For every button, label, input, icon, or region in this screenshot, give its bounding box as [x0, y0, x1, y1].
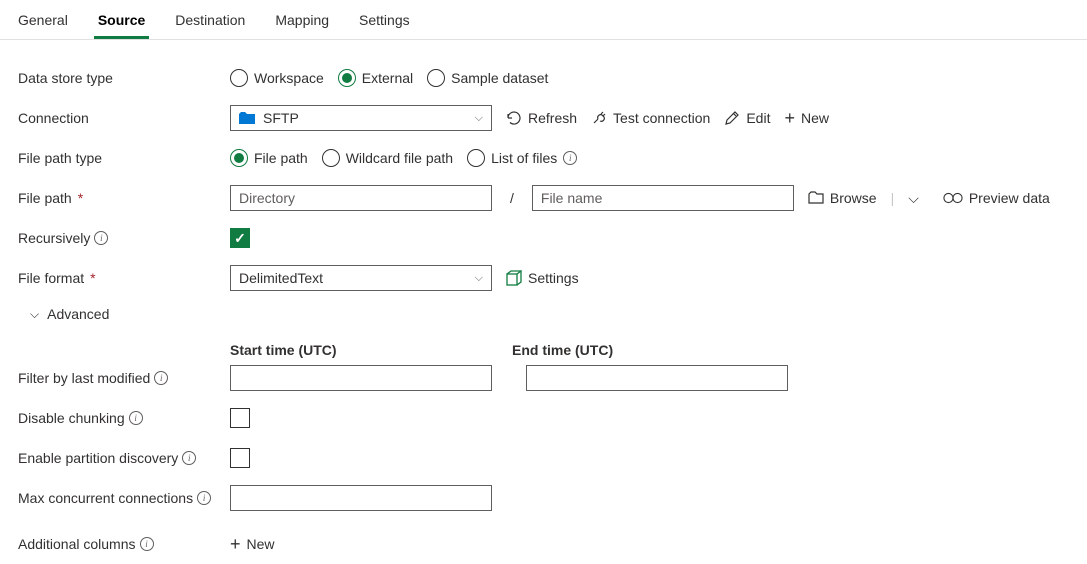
label-additional-columns: Additional columns i — [18, 536, 230, 552]
start-time-input[interactable] — [230, 365, 492, 391]
tab-destination[interactable]: Destination — [171, 2, 249, 39]
edit-button[interactable]: Edit — [724, 110, 770, 126]
end-time-label: End time (UTC) — [512, 342, 774, 358]
radio-external-label: External — [362, 70, 413, 86]
file-format-select[interactable]: DelimitedText ⌵ — [230, 265, 492, 291]
browse-folder-icon — [808, 190, 824, 206]
tab-bar: General Source Destination Mapping Setti… — [0, 0, 1087, 40]
radio-file-path[interactable]: File path — [230, 149, 308, 167]
label-connection: Connection — [18, 110, 230, 126]
browse-button[interactable]: Browse — [808, 190, 877, 206]
filename-input[interactable] — [532, 185, 794, 211]
chevron-down-icon: ⌵ — [30, 307, 39, 322]
preview-data-button[interactable]: Preview data — [943, 190, 1050, 206]
file-format-value: DelimitedText — [239, 270, 323, 286]
refresh-icon — [506, 110, 522, 126]
info-icon[interactable]: i — [154, 371, 168, 385]
label-recursively: Recursively i — [18, 230, 230, 246]
tab-general[interactable]: General — [14, 2, 72, 39]
info-icon[interactable]: i — [129, 411, 143, 425]
label-file-path: File path* — [18, 190, 230, 206]
radio-workspace[interactable]: Workspace — [230, 69, 324, 87]
refresh-button[interactable]: Refresh — [506, 110, 577, 126]
folder-icon — [239, 112, 255, 124]
info-icon[interactable]: i — [182, 451, 196, 465]
file-format-settings-button[interactable]: Settings — [506, 270, 579, 286]
directory-input[interactable] — [230, 185, 492, 211]
info-icon[interactable]: i — [94, 231, 108, 245]
radio-list-label: List of files — [491, 150, 557, 166]
label-file-path-type: File path type — [18, 150, 230, 166]
chevron-down-icon: ⌵ — [475, 112, 483, 125]
radio-external[interactable]: External — [338, 69, 413, 87]
info-icon[interactable]: i — [140, 537, 154, 551]
radio-sample-label: Sample dataset — [451, 70, 548, 86]
radio-list-of-files[interactable]: List of files i — [467, 149, 577, 167]
preview-icon — [943, 191, 963, 205]
disable-chunking-checkbox[interactable] — [230, 408, 250, 428]
new-connection-button[interactable]: + New — [784, 109, 829, 127]
label-data-store-type: Data store type — [18, 70, 230, 86]
info-icon[interactable]: i — [197, 491, 211, 505]
start-time-label: Start time (UTC) — [230, 342, 492, 358]
source-form: Data store type Workspace External Sampl… — [0, 40, 1087, 564]
plus-icon: + — [784, 109, 795, 127]
browse-dropdown[interactable]: ⌵ — [908, 190, 919, 207]
plus-icon: + — [230, 535, 241, 553]
test-connection-button[interactable]: Test connection — [591, 110, 710, 126]
radio-workspace-label: Workspace — [254, 70, 324, 86]
radio-wildcard-label: Wildcard file path — [346, 150, 453, 166]
connection-select[interactable]: SFTP ⌵ — [230, 105, 492, 131]
chevron-down-icon: ⌵ — [475, 272, 483, 285]
add-column-button[interactable]: + New — [230, 535, 275, 553]
tab-settings[interactable]: Settings — [355, 2, 414, 39]
max-concurrent-input[interactable] — [230, 485, 492, 511]
radio-sample-dataset[interactable]: Sample dataset — [427, 69, 548, 87]
label-file-format: File format* — [18, 270, 230, 286]
enable-partition-discovery-checkbox[interactable] — [230, 448, 250, 468]
path-separator: / — [506, 190, 518, 206]
tab-source[interactable]: Source — [94, 2, 149, 39]
settings-icon — [506, 270, 522, 286]
end-time-input[interactable] — [526, 365, 788, 391]
tab-mapping[interactable]: Mapping — [271, 2, 333, 39]
chevron-down-icon: ⌵ — [908, 190, 919, 207]
edit-icon — [724, 110, 740, 126]
label-filter-last-modified: Filter by last modified i — [18, 370, 230, 386]
advanced-toggle[interactable]: ⌵ Advanced — [30, 306, 109, 322]
radio-wildcard[interactable]: Wildcard file path — [322, 149, 453, 167]
label-enable-partition-discovery: Enable partition discovery i — [18, 450, 230, 466]
test-connection-icon — [591, 110, 607, 126]
info-icon[interactable]: i — [563, 151, 577, 165]
label-max-concurrent: Max concurrent connections i — [18, 490, 230, 506]
connection-value: SFTP — [263, 110, 299, 126]
label-disable-chunking: Disable chunking i — [18, 410, 230, 426]
radio-file-path-label: File path — [254, 150, 308, 166]
recursively-checkbox[interactable]: ✓ — [230, 228, 250, 248]
